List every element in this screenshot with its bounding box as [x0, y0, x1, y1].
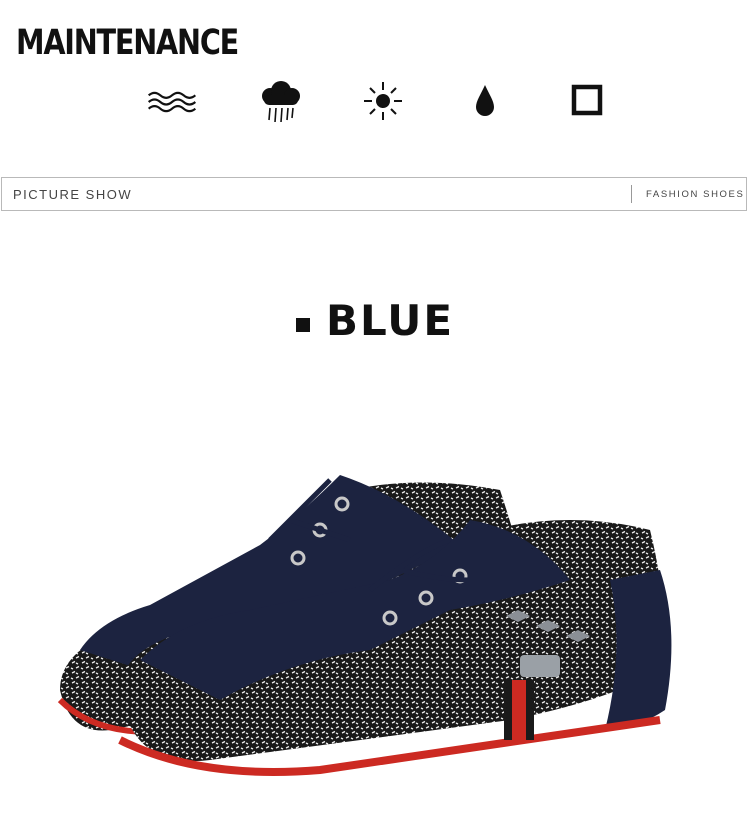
divider — [631, 185, 632, 203]
sun-icon — [358, 80, 408, 124]
maintenance-title: MAINTENANCE — [16, 23, 239, 63]
rain-cloud-icon — [256, 80, 306, 124]
bullet-square-icon — [295, 317, 310, 332]
picture-show-bar: PICTURE SHOW FASHION SHOES — [1, 177, 747, 211]
picture-show-label: PICTURE SHOW — [13, 187, 133, 202]
color-heading: BLUE — [0, 296, 750, 345]
shoe-photo — [40, 440, 700, 790]
fashion-shoes-label: FASHION SHOES — [646, 189, 745, 200]
wash-icon — [147, 80, 197, 124]
water-drop-icon — [460, 80, 510, 124]
color-label: BLUE — [325, 296, 455, 345]
square-icon — [562, 80, 612, 124]
